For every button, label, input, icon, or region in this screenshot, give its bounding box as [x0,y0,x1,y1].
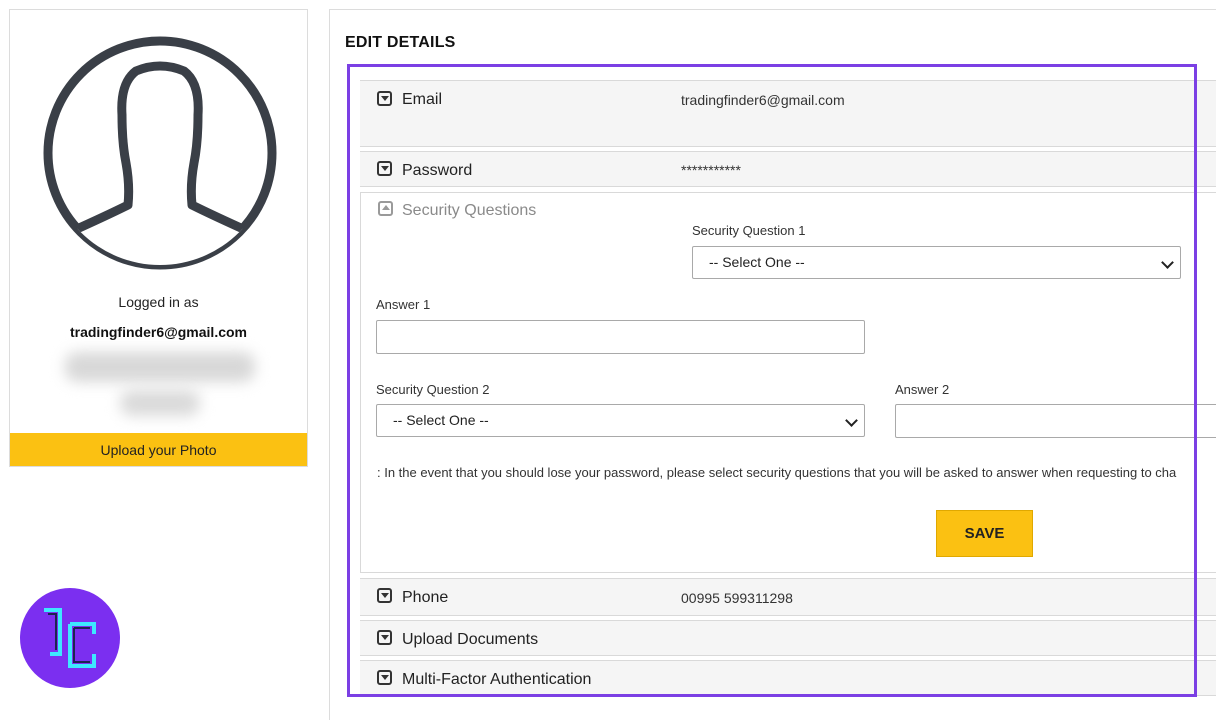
tradingfinder-logo-icon [20,588,120,688]
logged-in-label: Logged in as [118,294,199,310]
answer1-label: Answer 1 [376,297,431,312]
expand-toggle-icon[interactable] [377,630,392,645]
password-value: *********** [681,162,741,178]
upload-documents-label: Upload Documents [402,631,539,648]
question2-selected-value: -- Select One -- [393,412,489,428]
chevron-down-icon [1161,256,1174,269]
question1-label: Security Question 1 [692,223,806,238]
expand-toggle-icon[interactable] [377,161,392,176]
question2-label: Security Question 2 [376,382,490,397]
expand-toggle-icon[interactable] [377,588,392,603]
logged-in-email: tradingfinder6@gmail.com [69,324,247,340]
password-section[interactable]: Password *********** [360,151,1216,187]
security-questions-title[interactable]: Security Questions [402,202,536,220]
email-label: Email [402,91,443,108]
question2-select[interactable]: -- Select One -- [376,404,865,437]
question1-select[interactable]: -- Select One -- [692,246,1181,279]
email-section[interactable]: Email tradingfinder6@gmail.com [360,80,1216,147]
answer2-label: Answer 2 [895,382,950,397]
mfa-label: Multi-Factor Authentication [402,671,592,688]
save-button[interactable]: SAVE [936,510,1033,557]
expand-toggle-icon[interactable] [377,91,392,106]
page-title: EDIT DETAILS [345,34,456,51]
email-value: tradingfinder6@gmail.com [681,92,845,108]
security-note: : In the event that you should lose your… [377,465,1177,480]
question1-selected-value: -- Select One -- [709,254,805,270]
answer2-input[interactable] [895,404,1216,438]
chevron-down-icon [845,414,858,427]
answer1-input[interactable] [376,320,865,354]
upload-photo-button[interactable]: Upload your Photo [10,433,307,466]
collapse-toggle-icon[interactable] [378,201,393,216]
blurred-user-info [120,390,200,416]
blurred-user-info [65,352,255,382]
security-questions-section: Security Questions Security Question 1 -… [360,192,1216,573]
expand-toggle-icon[interactable] [377,670,392,685]
phone-section[interactable]: Phone 00995 599311298 [360,578,1216,616]
password-label: Password [402,162,473,179]
phone-label: Phone [402,589,449,606]
phone-value: 00995 599311298 [681,590,793,606]
upload-documents-section[interactable]: Upload Documents [360,620,1216,656]
mfa-section[interactable]: Multi-Factor Authentication [360,660,1216,696]
profile-card: Logged in as tradingfinder6@gmail.com Up… [9,9,308,467]
user-avatar-icon [43,36,277,270]
